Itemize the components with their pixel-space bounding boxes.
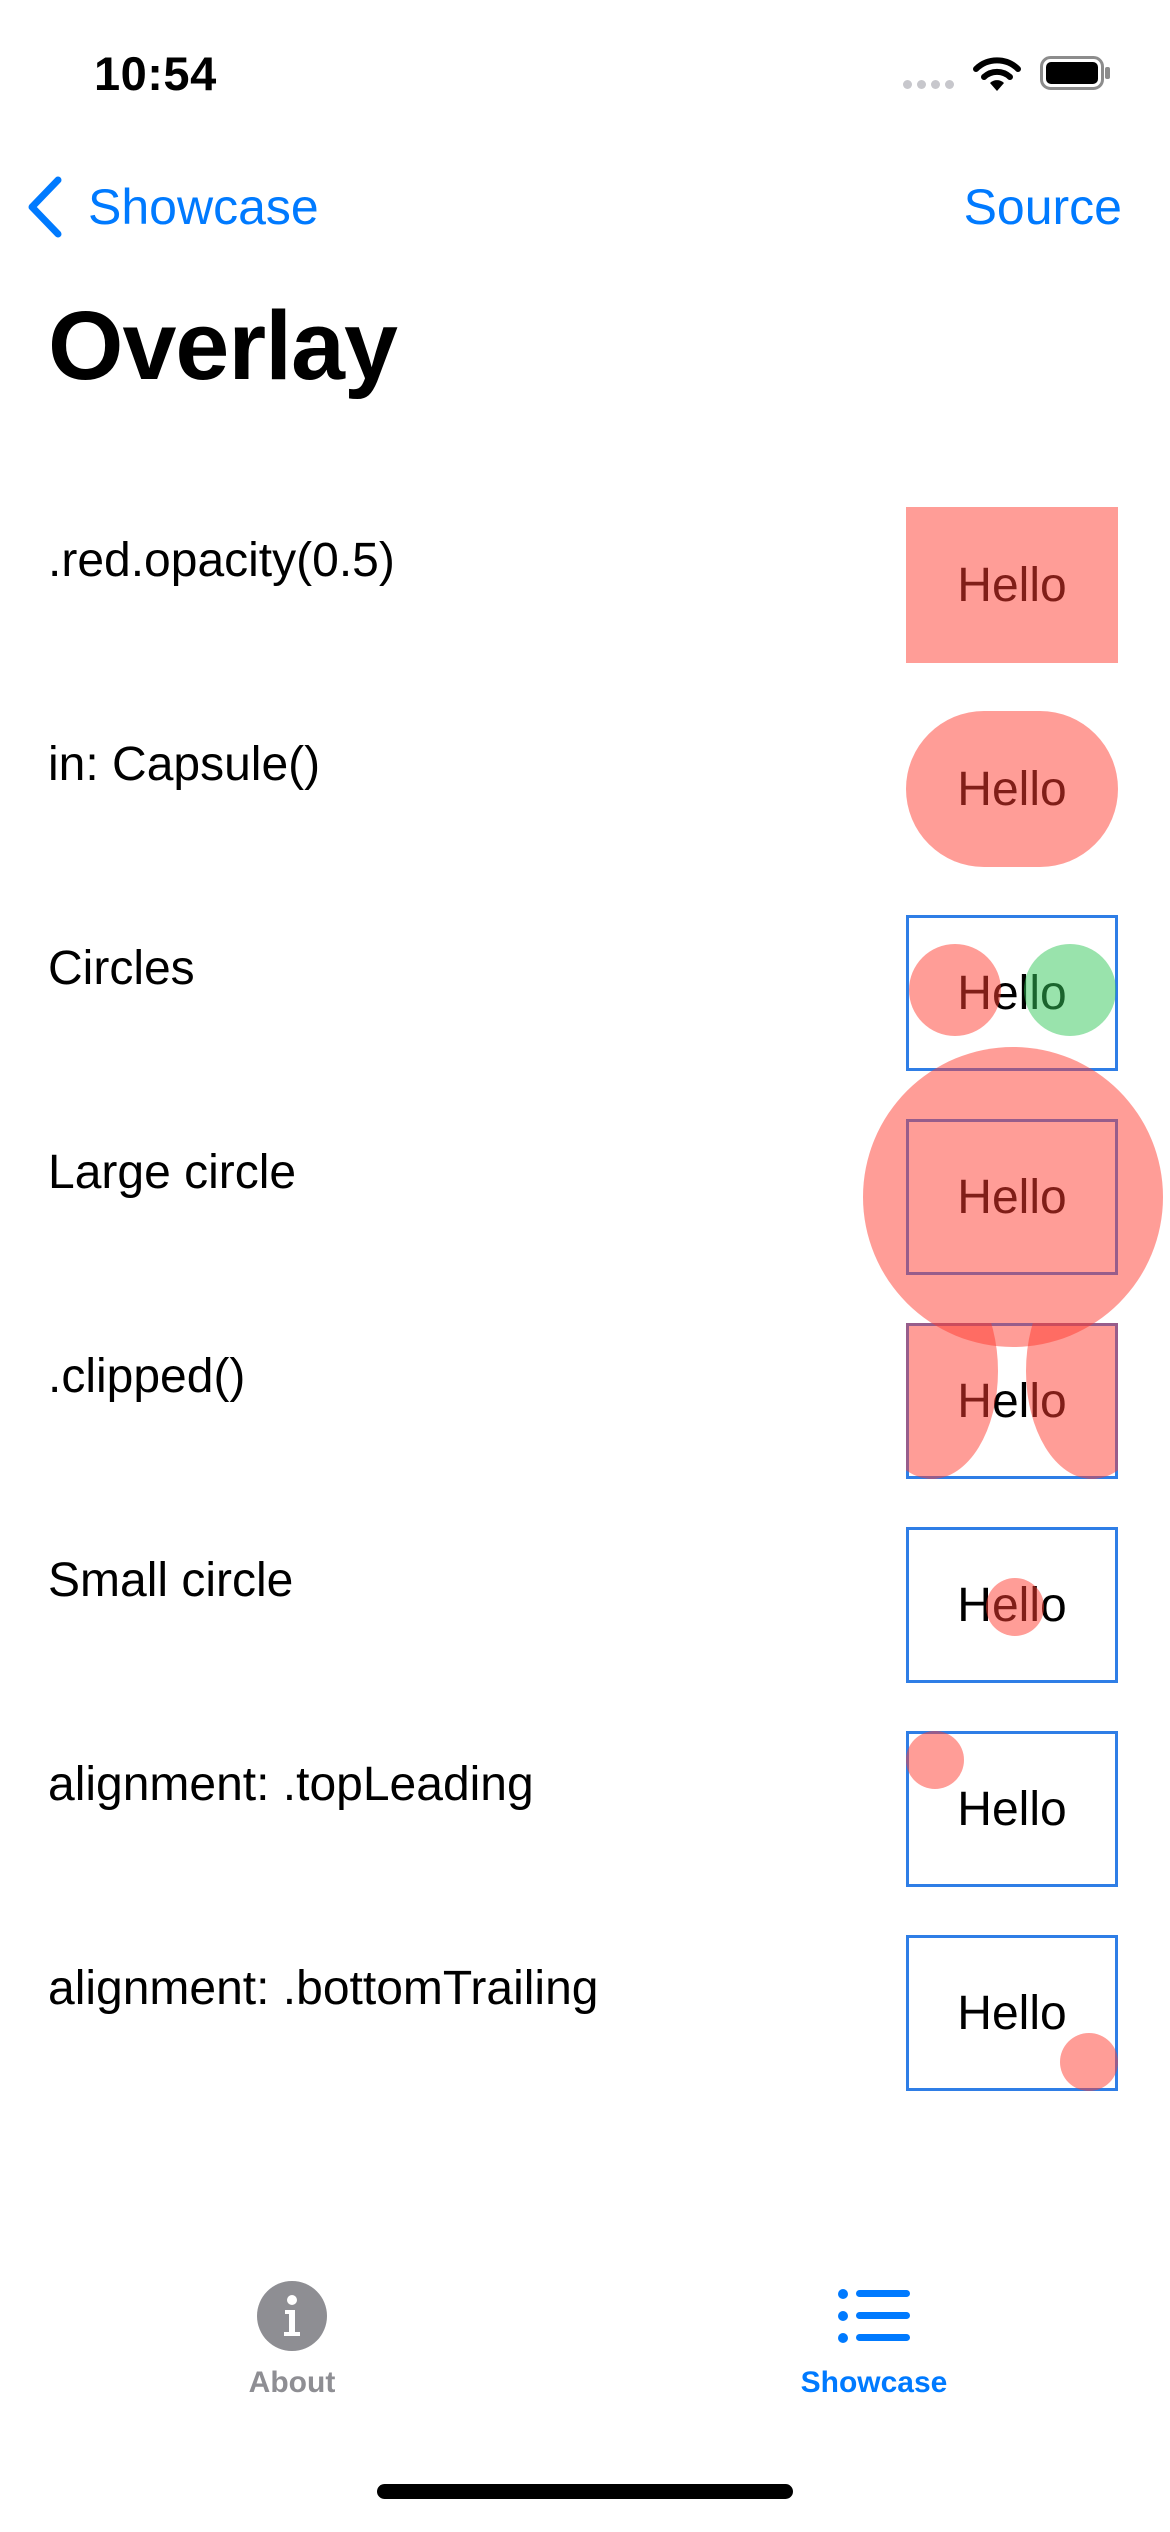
list-item: in: Capsule() Hello (0, 663, 1170, 867)
tab-about[interactable]: About (142, 2280, 442, 2440)
back-button[interactable]: Showcase (24, 176, 319, 238)
hello-preview: Hello (906, 1731, 1118, 1887)
row-label: Circles (48, 942, 195, 995)
hello-preview: Hello (906, 507, 1118, 663)
row-label: Small circle (48, 1554, 294, 1607)
status-time: 10:54 (94, 47, 217, 100)
hello-preview: Hello (906, 1323, 1118, 1479)
hello-text: Hello (957, 966, 1067, 1020)
wifi-icon (973, 57, 1021, 91)
hello-preview: Hello (906, 1527, 1118, 1683)
hello-text: Hello (957, 1578, 1067, 1632)
overlay-ellipse-left (906, 1323, 998, 1479)
row-label: in: Capsule() (48, 738, 321, 791)
list-item: Large circle Hello (0, 1047, 1170, 1347)
clip-region (906, 1323, 1118, 1479)
hello-preview: Hello (906, 711, 1118, 867)
hello-preview: Hello (906, 915, 1118, 1071)
chevron-left-icon (28, 176, 62, 238)
overlay-ellipse-right (1026, 1323, 1118, 1479)
hello-preview: Hello (906, 1935, 1118, 2091)
hello-text: Hello (957, 1170, 1067, 1224)
tab-showcase[interactable]: Showcase (724, 2280, 1024, 2440)
list-item: .clipped() Hello (0, 1275, 1170, 1479)
tab-label: About (248, 2366, 336, 2399)
row-label: .clipped() (48, 1350, 246, 1403)
list-item: alignment: .bottomTrailing Hello (0, 1887, 1170, 2091)
cellular-signal-icon (903, 80, 954, 89)
row-label: Large circle (48, 1146, 297, 1199)
row-label: alignment: .bottomTrailing (48, 1962, 599, 2015)
page-title: Overlay (48, 291, 398, 400)
screen: 10:54 Showcase Source Overlay .red.opaci… (0, 0, 1170, 2532)
info-circle-icon (257, 2281, 327, 2351)
hello-text: Hello (957, 558, 1067, 612)
source-button[interactable]: Source (964, 178, 1122, 236)
list-item: Circles Hello (0, 867, 1170, 1071)
row-label: alignment: .topLeading (48, 1758, 534, 1811)
list-bullet-icon (838, 2289, 910, 2343)
back-button-label: Showcase (88, 179, 319, 235)
hello-text: Hello (957, 762, 1067, 816)
hello-text: Hello (957, 1782, 1067, 1836)
list-item: .red.opacity(0.5) Hello (0, 459, 1170, 663)
list-item: Small circle Hello (0, 1479, 1170, 1683)
battery-icon (1040, 56, 1110, 90)
row-label: .red.opacity(0.5) (48, 534, 395, 587)
list-item: alignment: .topLeading Hello (0, 1683, 1170, 1887)
hello-text: Hello (957, 1986, 1067, 2040)
tab-label: Showcase (800, 2366, 948, 2399)
hello-preview: Hello (863, 1047, 1163, 1347)
home-indicator[interactable] (377, 2484, 793, 2499)
